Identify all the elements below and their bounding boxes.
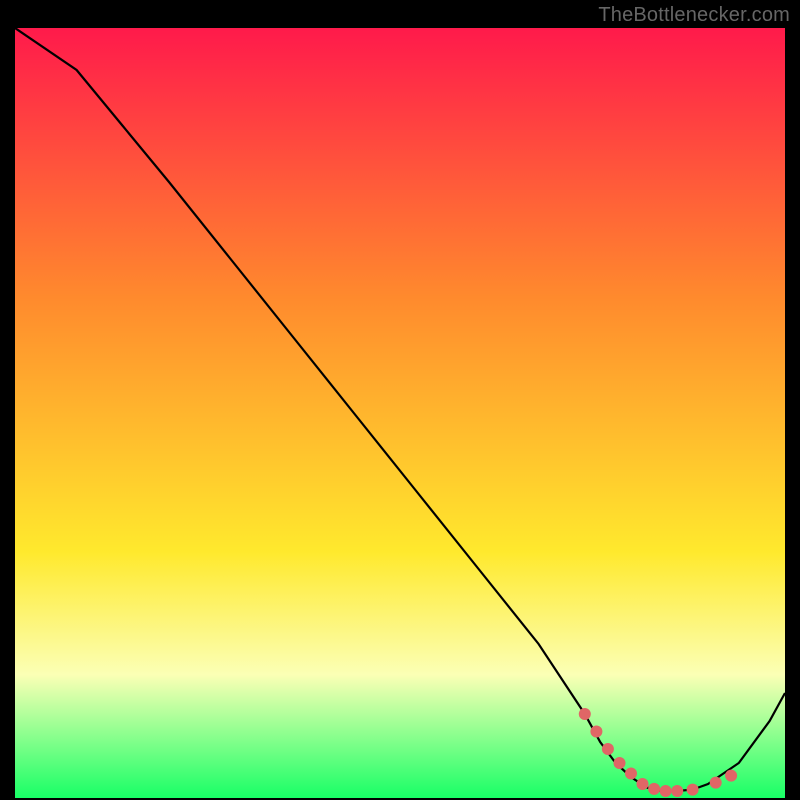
attribution-link[interactable]: TheBottlenecker.com [598, 4, 790, 27]
highlight-marker [725, 770, 737, 782]
gradient-plot-area [15, 28, 785, 798]
chart-stage: TheBottlenecker.com [0, 0, 800, 800]
highlight-marker [687, 784, 699, 796]
highlight-marker [625, 768, 637, 780]
highlight-marker [590, 726, 602, 738]
highlight-marker [660, 785, 672, 797]
highlight-marker [710, 777, 722, 789]
highlight-marker [637, 778, 649, 790]
highlight-marker [671, 785, 683, 797]
highlight-marker [579, 708, 591, 720]
highlight-marker [648, 783, 660, 795]
highlight-marker [602, 743, 614, 755]
highlight-marker [614, 757, 626, 769]
bottleneck-chart [15, 28, 785, 798]
